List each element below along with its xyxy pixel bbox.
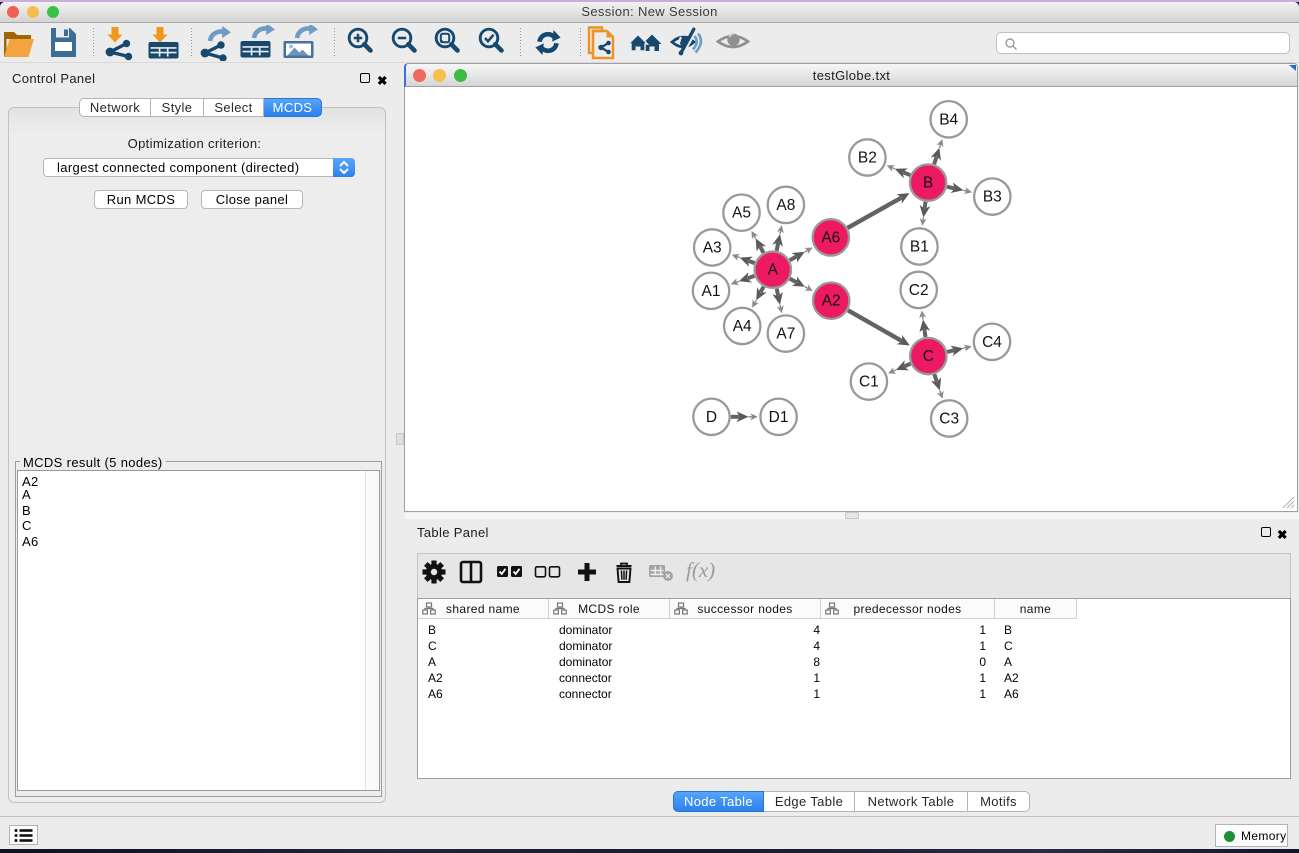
svg-text:A8: A8 [776,197,795,214]
svg-text:D1: D1 [769,409,789,426]
svg-text:B2: B2 [858,150,877,167]
svg-text:D: D [706,409,717,426]
svg-text:B: B [923,175,933,192]
svg-text:A6: A6 [821,229,840,246]
svg-text:A5: A5 [732,205,751,222]
svg-text:A7: A7 [776,326,795,343]
svg-text:B3: B3 [983,189,1002,206]
svg-text:A: A [768,262,779,279]
svg-text:A4: A4 [733,318,752,335]
svg-text:C2: C2 [909,282,929,299]
svg-text:C4: C4 [982,334,1002,351]
svg-text:C1: C1 [859,374,879,391]
svg-text:A2: A2 [822,293,841,310]
svg-text:B4: B4 [939,111,958,128]
svg-text:C3: C3 [939,411,959,428]
svg-text:A1: A1 [702,283,721,300]
svg-text:C: C [923,348,934,365]
svg-text:A3: A3 [703,240,722,257]
svg-text:B1: B1 [910,239,929,256]
